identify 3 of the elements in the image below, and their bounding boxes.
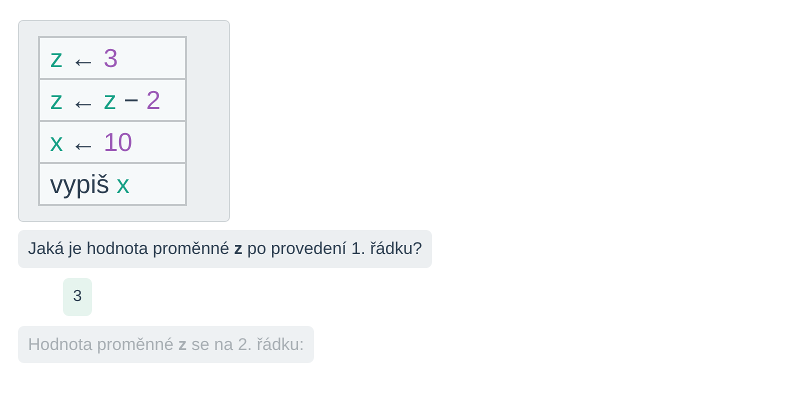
question-bubble: Jaká je hodnota proměnné z po provedení 1. řádku? [18,230,432,268]
question-bubble: Hodnota proměnné z se na 2. řádku: [18,326,314,363]
answer-bubble: 3 [63,278,92,316]
